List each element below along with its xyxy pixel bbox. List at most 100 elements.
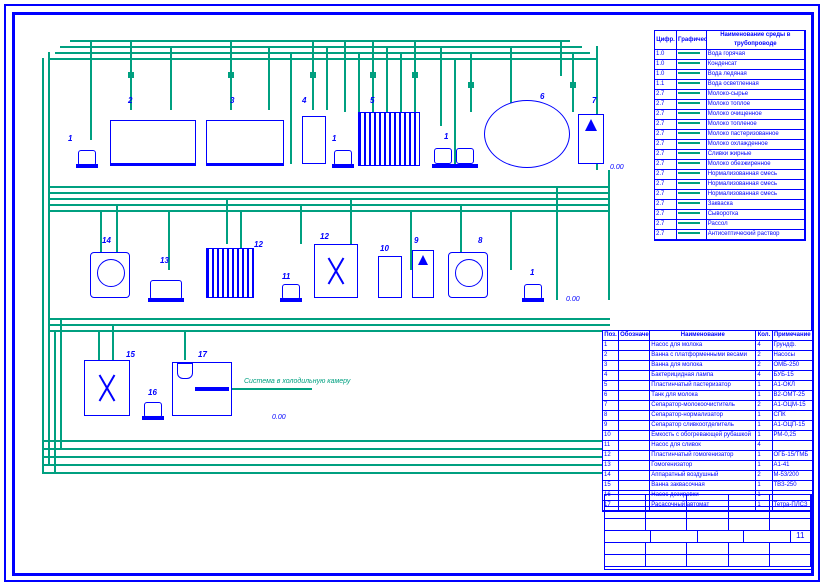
pipe: [510, 210, 512, 270]
pump: [434, 148, 452, 164]
th: Обозначение: [619, 331, 650, 340]
table-row: 2.7Нормализованная смесь: [655, 170, 805, 180]
equip-num-5: 5: [370, 96, 374, 105]
table-row: 15Ванна заквасочная1ТВЗ-250: [603, 481, 813, 491]
table-equipment: Поз. Обозначение Наименование Кол. Приме…: [602, 330, 814, 512]
table-row: 8Сепаратор-нормализатор1СПК: [603, 411, 813, 421]
pipe: [386, 46, 388, 112]
th: Наименование среды в трубопроводе: [707, 31, 805, 49]
valve-icon: [310, 72, 316, 78]
table-row: 2.7Рассол: [655, 220, 805, 230]
equip-num-1b: 1: [332, 134, 336, 143]
equip-num-7: 7: [592, 96, 596, 105]
pipe: [50, 318, 610, 320]
pipe: [50, 204, 610, 206]
pipe: [556, 186, 558, 300]
pipe: [42, 464, 602, 466]
valve-icon: [412, 72, 418, 78]
table-row: 1Насос для молока4Грундф.: [603, 341, 813, 351]
pipe: [226, 198, 228, 244]
equip-num-13: 13: [160, 256, 169, 265]
equip-num-1d: 1: [530, 268, 534, 277]
lamp-4: [302, 116, 326, 164]
table-row: 2.7Сыворотка: [655, 210, 805, 220]
table-row: 2.7Молоко-сырье: [655, 90, 805, 100]
pipe: [60, 46, 582, 48]
pipe: [232, 388, 312, 390]
vessel-2: [110, 120, 196, 164]
table-row: 7Сепаратор-молокоочиститель2А1-ОЦМ-15: [603, 401, 813, 411]
elevation-3: 0.00: [272, 414, 286, 421]
table-row: 4Бактерицидная лампа4БУБ-15: [603, 371, 813, 381]
pipe: [184, 330, 186, 360]
elevation-2: 0.00: [566, 296, 580, 303]
th: Графическое: [677, 31, 707, 49]
base: [206, 164, 284, 166]
pipe: [42, 456, 602, 458]
pipe: [608, 170, 610, 300]
pipe: [290, 52, 292, 164]
table-row: 2.7Сливки жирные: [655, 150, 805, 160]
equip-num-12b: 12: [320, 232, 329, 241]
table-row: 2.7Молоко очищенное: [655, 110, 805, 120]
table-row: 2.7Нормализованная смесь: [655, 180, 805, 190]
table-row: 11Насос для сливок4: [603, 441, 813, 451]
equip-num-2: 2: [128, 96, 132, 105]
equip-num-8: 8: [478, 236, 482, 245]
title-block: 11: [604, 494, 812, 570]
pipe: [42, 58, 44, 472]
equip-num-17: 17: [198, 350, 207, 359]
pipe: [560, 40, 562, 76]
th: Поз.: [603, 331, 619, 340]
separator-7: [578, 114, 604, 164]
pipe: [170, 46, 172, 110]
separator-9: [412, 250, 434, 298]
apparatus-8: [448, 252, 488, 298]
equip-num-6: 6: [540, 92, 544, 101]
pipe: [358, 52, 360, 112]
table-pipes: Цифр. Графическое Наименование среды в т…: [654, 30, 806, 241]
pipe: [90, 40, 92, 140]
table-row: 10Емкость с обогревающей рубашкой1РМ-0,2…: [603, 431, 813, 441]
table-row: 1.0Конденсат: [655, 60, 805, 70]
pipe: [300, 204, 302, 244]
equip-num-14: 14: [102, 236, 111, 245]
pipe: [440, 46, 442, 126]
pipe: [42, 440, 602, 442]
base: [522, 298, 544, 302]
table-row: 2.7Молоко топлое: [655, 100, 805, 110]
pipe: [42, 472, 602, 474]
mixer-12b: [314, 244, 358, 298]
pipe: [42, 448, 602, 450]
equip-num-10: 10: [380, 244, 389, 253]
pump: [456, 148, 474, 164]
table-row: 1.0Вода ледяная: [655, 70, 805, 80]
th: Наименование: [650, 331, 756, 340]
table-row: 2.7Молоко охлажденное: [655, 140, 805, 150]
table-row: 12Пластинчатый гомогенизатор1ОГБ-15/ТМБ: [603, 451, 813, 461]
th: Кол.: [756, 331, 772, 340]
pipe: [344, 40, 346, 112]
tank-6: [484, 100, 570, 168]
pipe: [50, 186, 610, 188]
table-row: 2.7Антисептический раствор: [655, 230, 805, 240]
table-row: 2Ванна с платформенными весами2Насосы: [603, 351, 813, 361]
equip-num-9: 9: [414, 236, 418, 245]
pipe: [50, 198, 610, 200]
hx-12: [206, 248, 254, 298]
table-row: 2.7Молоко обезжиренное: [655, 160, 805, 170]
table-row: 2.7Молоко пастеризованное: [655, 130, 805, 140]
pipe: [400, 52, 402, 112]
table-row: 13Гомогенизатор1А1-41: [603, 461, 813, 471]
cooling-note: Система в холодильную камеру: [244, 378, 350, 385]
table-row: 1.1Вода осветленная: [655, 80, 805, 90]
valve-icon: [228, 72, 234, 78]
equip-num-4: 4: [302, 96, 306, 105]
pipe: [60, 318, 62, 448]
th: Цифр.: [655, 31, 677, 49]
apparatus-14: [90, 252, 130, 298]
equip-num-3: 3: [230, 96, 234, 105]
table-row: 3Ванна для молока2ОМБ-250: [603, 361, 813, 371]
table-row: 5Пластинчатый пастеризатор1А1-ОКЛ: [603, 381, 813, 391]
table-row: 1.0Вода горячая: [655, 50, 805, 60]
